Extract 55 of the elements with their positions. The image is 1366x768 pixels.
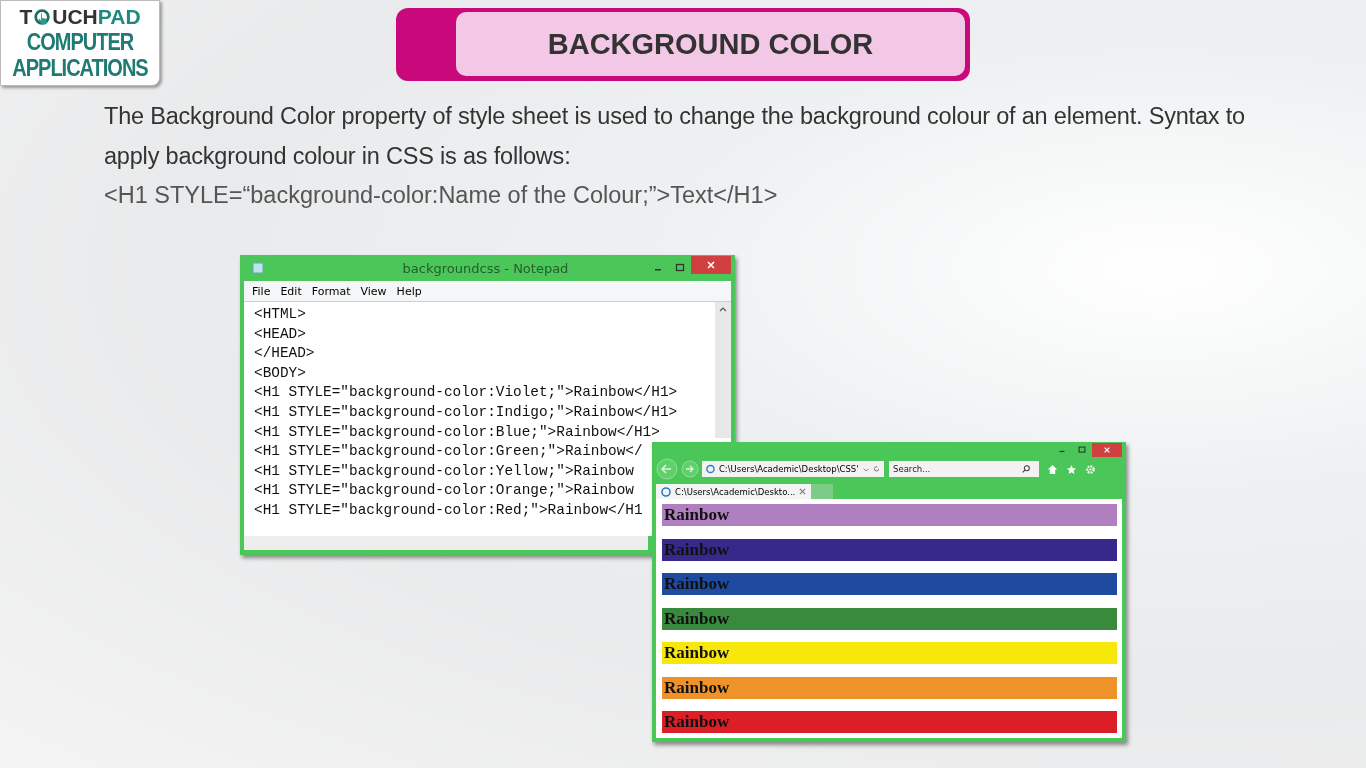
scroll-up-icon[interactable] (718, 306, 728, 312)
heading-bar: Rainbow (662, 538, 1117, 561)
slide-title: BACKGROUND COLOR (456, 12, 965, 76)
menu-item[interactable]: View (360, 284, 387, 298)
window-title: backgroundcss - Notepad (401, 260, 570, 276)
logo-text: T (19, 5, 33, 29)
code-line: <H1 STYLE="background-color:Blue;">Rainbow</H1> (254, 422, 660, 442)
heading-bar: Rainbow (662, 573, 1117, 595)
heading-bar: Rainbow (662, 676, 1117, 699)
settings-icon[interactable] (1085, 463, 1096, 475)
heading-bar: Rainbow (662, 711, 1117, 733)
code-line: <BODY> (254, 363, 306, 383)
logo-text: UCH (52, 5, 98, 29)
syntax-text: <H1 STYLE=“background-color:Name of the Colour;”>Text</H1> (104, 182, 779, 209)
scrollbar[interactable] (244, 536, 648, 550)
close-icon (1103, 446, 1111, 454)
code-line: <HEAD> (254, 324, 306, 344)
browser-tab[interactable]: C:\Users\Academic\Deskto... (656, 484, 812, 499)
home-icon[interactable] (1047, 463, 1058, 475)
close-button[interactable] (1092, 443, 1122, 457)
star-icon[interactable] (1066, 463, 1077, 475)
maximize-icon[interactable] (1077, 445, 1087, 455)
code-line: <H1 STYLE="background-color:Green;">Rainbow</ (254, 442, 643, 462)
close-button[interactable] (691, 256, 731, 274)
code-line: <H1 STYLE="background-color:Red;">Rainbow</H1 (254, 500, 643, 520)
search-field[interactable]: Search... (889, 461, 1039, 477)
menu-item[interactable]: Edit (280, 284, 302, 298)
close-icon (706, 260, 716, 270)
logo-text: COMPUTER (26, 28, 134, 57)
forward-icon[interactable] (681, 460, 699, 478)
code-line: <H1 STYLE="background-color:Indigo;">Rainbow</H1> (254, 402, 678, 422)
heading-bar: Rainbow (662, 504, 1117, 526)
heading-bar: Rainbow (662, 642, 1117, 664)
menu-item[interactable]: File (252, 284, 271, 298)
scrollbar[interactable] (715, 302, 731, 438)
logo-text: APPLICATIONS (12, 54, 148, 83)
code-line: <H1 STYLE="background-color:Orange;">Rainbow (254, 481, 634, 501)
close-icon[interactable] (799, 488, 807, 495)
search-icon[interactable] (1021, 464, 1031, 474)
notepad-icon (252, 262, 264, 274)
code-line: <H1 STYLE="background-color:Violet;">Rainbow</H1> (254, 383, 678, 403)
menu-item[interactable]: Format (311, 284, 351, 298)
globe-icon (706, 464, 715, 474)
code-line: <H1 STYLE="background-color:Yellow;">Rainbow (254, 461, 634, 481)
globe-icon (661, 486, 671, 497)
maximize-icon[interactable] (674, 262, 686, 274)
paragraph: The Background Color property of style sheet is used to change the background colour of an element. Syntax to apply background colour in CSS is as follows: (104, 102, 1246, 171)
heading-bar: Rainbow (662, 607, 1117, 630)
code-line: <HTML> (254, 305, 306, 324)
code-line: </HEAD> (254, 344, 315, 364)
menu-item[interactable]: Help (396, 284, 422, 298)
back-icon[interactable] (656, 458, 678, 480)
logo-text: PAD (97, 5, 141, 29)
refresh-icon[interactable] (872, 465, 880, 473)
address-bar[interactable]: C:\Users\Academic\Desktop\CSS' (702, 461, 884, 477)
